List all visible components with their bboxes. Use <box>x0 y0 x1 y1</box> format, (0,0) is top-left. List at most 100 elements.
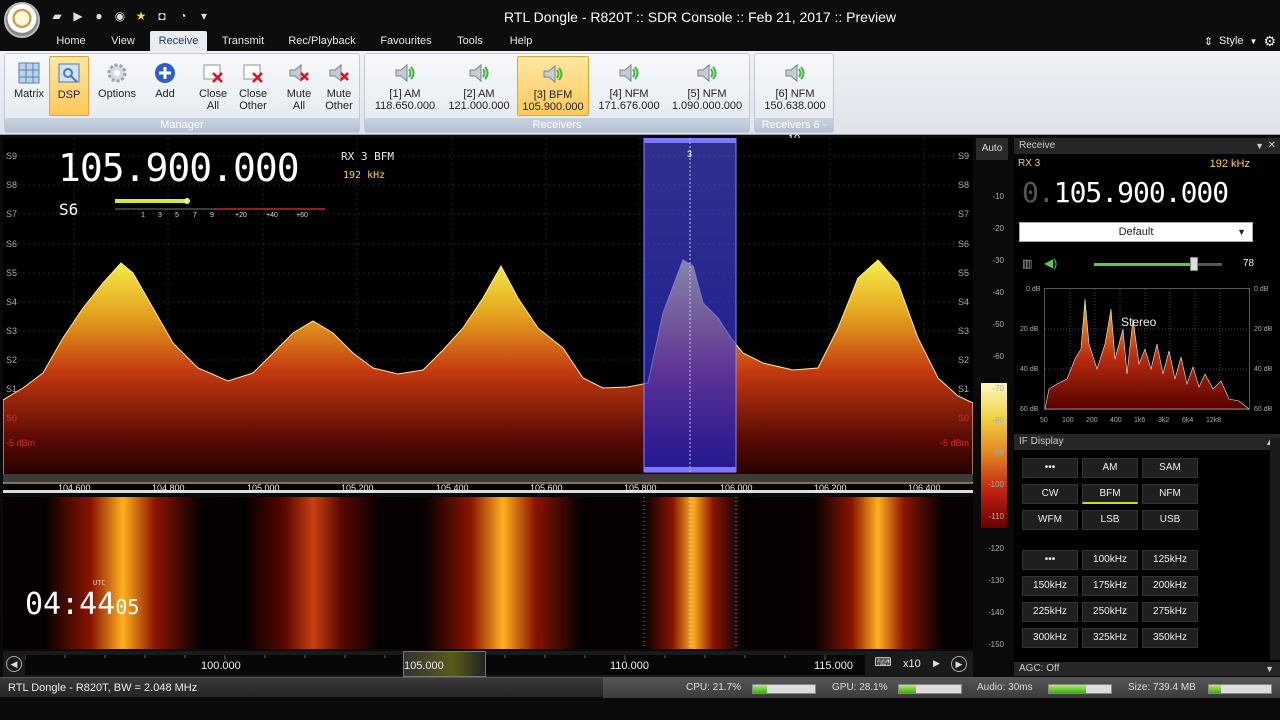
mode-cw-button[interactable]: CW <box>1022 484 1078 504</box>
dbm-tick: -120 <box>987 544 1004 553</box>
filter-350khz-button[interactable]: 350kHz <box>1142 628 1198 648</box>
scroll-updown-icon[interactable]: ⇕ <box>1204 35 1213 48</box>
receivers-6-10-group-label: Receivers 6 - 10 <box>755 118 833 145</box>
add-button[interactable]: Add <box>145 56 185 116</box>
equalizer-icon[interactable]: ▥ <box>1022 257 1032 270</box>
app-logo-icon[interactable] <box>4 2 40 38</box>
filter-more-button[interactable]: ••• <box>1022 550 1078 570</box>
style-dropdown-icon[interactable]: ▼ <box>1250 37 1258 46</box>
scroll-right-icon[interactable]: ▶ <box>951 656 967 672</box>
overview-label: 115.000 <box>814 660 853 672</box>
mode-sam-button[interactable]: SAM <box>1142 458 1198 478</box>
dbm-scale-column: Auto -10 -20 -30 -40 -50 -60 -70 -80 -90… <box>976 138 1008 674</box>
audio-y-label: 20 dB <box>1020 326 1039 333</box>
meter-tick: +20 <box>235 212 247 219</box>
meter-tick: 7 <box>193 212 197 219</box>
dbm-tick: -50 <box>992 320 1004 329</box>
overview-label: 100.000 <box>201 660 241 672</box>
size-meter <box>1208 684 1272 694</box>
preset-dropdown[interactable]: Default ▼ <box>1019 222 1253 242</box>
tab-favourites[interactable]: Favourites <box>372 31 440 51</box>
tab-view[interactable]: View <box>100 31 146 51</box>
chevron-down-icon[interactable]: ▼ <box>1265 662 1274 676</box>
audio-y-label: 20 dB <box>1254 326 1273 333</box>
gpu-meter-fill <box>899 685 917 693</box>
freq-axis-label: 104.800 <box>152 483 185 493</box>
mode-wfm-button[interactable]: WFM <box>1022 510 1078 530</box>
receiver-4-button[interactable]: [4] NFM 171.676.000 <box>593 56 665 116</box>
mode-nfm-button[interactable]: NFM <box>1142 484 1198 504</box>
audio-y-label: 40 dB <box>1254 366 1273 373</box>
panel-close-icon[interactable]: ✕ <box>1268 138 1276 154</box>
receive-frequency[interactable]: 0.105.900.000 <box>1022 176 1229 209</box>
receiver-2-button[interactable]: [2] AM 121.000.000 <box>443 56 515 116</box>
mode-lsb-button[interactable]: LSB <box>1082 510 1138 530</box>
settings-gear-icon[interactable]: ⚙ <box>1263 33 1276 50</box>
volume-thumb[interactable] <box>1189 257 1198 271</box>
scroll-left-icon[interactable]: ◀ <box>6 656 22 672</box>
tab-receive[interactable]: Receive <box>150 31 207 51</box>
zoom-next-icon[interactable]: ▶ <box>933 658 940 669</box>
agc-header[interactable]: AGC: Off ▼ <box>1014 662 1280 676</box>
tab-help[interactable]: Help <box>502 31 540 51</box>
matrix-button[interactable]: Matrix <box>9 56 49 116</box>
mute-other-button[interactable]: Mute Other <box>319 56 359 116</box>
filter-100khz-button[interactable]: 100kHz <box>1082 550 1138 570</box>
mute-all-button[interactable]: Mute All <box>279 56 319 116</box>
clock-seconds: 05 <box>115 595 140 619</box>
audio-meter-fill <box>1049 685 1087 693</box>
filter-275khz-button[interactable]: 275kHz <box>1142 602 1198 622</box>
waterfall-display[interactable]: UTC 04:4405 <box>3 497 973 649</box>
mode-usb-button[interactable]: USB <box>1142 510 1198 530</box>
tab-transmit[interactable]: Transmit <box>213 31 273 51</box>
overview-label: 110.000 <box>610 660 649 672</box>
receiver-3-band[interactable] <box>643 138 737 473</box>
frequency-overview-bar[interactable]: ◀ 100.000 105.000 110.000 115.000 ⌨ x10 … <box>3 651 973 677</box>
s-label: S0 <box>957 413 969 423</box>
audio-x-label: 50 <box>1040 417 1048 424</box>
spectrum-display[interactable]: 105.900.000 S6 RX 3 BFM 192 kHz 3 1 3 5 … <box>3 138 973 493</box>
tab-tools[interactable]: Tools <box>450 31 490 51</box>
mode-am-button[interactable]: AM <box>1082 458 1138 478</box>
s-label: S2 <box>6 355 18 365</box>
audio-x-label: 6k4 <box>1182 417 1194 424</box>
frequency-value: 105.900.000 <box>1053 176 1229 209</box>
speaker-icon <box>395 63 415 83</box>
filter-125khz-button[interactable]: 125kHz <box>1142 550 1198 570</box>
mode-more-button[interactable]: ••• <box>1022 458 1078 478</box>
filter-175khz-button[interactable]: 175kHz <box>1082 576 1138 596</box>
auto-scale-button[interactable]: Auto <box>976 138 1008 160</box>
meter-tick: 1 <box>141 212 145 219</box>
mode-bfm-button[interactable]: BFM <box>1082 484 1138 504</box>
filter-200khz-button[interactable]: 200kHz <box>1142 576 1198 596</box>
options-button[interactable]: Options <box>93 56 141 116</box>
filter-225khz-button[interactable]: 225kHz <box>1022 602 1078 622</box>
style-menu[interactable]: Style <box>1219 35 1243 47</box>
tab-rec-playback[interactable]: Rec/Playback <box>284 31 360 51</box>
receiver-5-button[interactable]: [5] NFM 1.090.000.000 <box>667 56 747 116</box>
close-all-button[interactable]: Close All <box>193 56 233 116</box>
dsp-button[interactable]: DSP <box>49 56 89 116</box>
dbm-tick: -80 <box>992 416 1004 425</box>
receiver-1-button[interactable]: [1] AM 118.650.000 <box>371 56 439 116</box>
waterfall-trace-1 <box>43 497 203 649</box>
speaker-icon[interactable]: ◀) <box>1044 256 1057 270</box>
receiver-3-button[interactable]: [3] BFM 105.900.000 <box>517 56 589 116</box>
filter-250khz-button[interactable]: 250kHz <box>1082 602 1138 622</box>
receiver-6-button[interactable]: [6] NFM 150.638.000 <box>759 56 831 116</box>
close-other-button[interactable]: Close Other <box>233 56 273 116</box>
zoom-level[interactable]: x10 <box>903 658 921 670</box>
tab-home[interactable]: Home <box>48 31 94 51</box>
tuned-frequency[interactable]: 105.900.000 <box>58 146 300 190</box>
freq-axis-label: 106.400 <box>908 483 941 493</box>
receive-panel: Receive ▼ ✕ RX 3 192 kHz 0.105.900.000 D… <box>1014 138 1280 676</box>
filter-300khz-button[interactable]: 300kHz <box>1022 628 1078 648</box>
filter-150khz-button[interactable]: 150kHz <box>1022 576 1078 596</box>
filter-325khz-button[interactable]: 325kHz <box>1082 628 1138 648</box>
volume-track[interactable] <box>1094 263 1222 266</box>
panel-menu-icon[interactable]: ▼ <box>1255 138 1264 154</box>
keyboard-icon[interactable]: ⌨ <box>873 655 893 673</box>
audio-latency-label: Audio: 30ms <box>977 682 1033 693</box>
if-scrollbar[interactable] <box>1270 438 1280 660</box>
frequency-prefix: 0. <box>1022 176 1055 209</box>
